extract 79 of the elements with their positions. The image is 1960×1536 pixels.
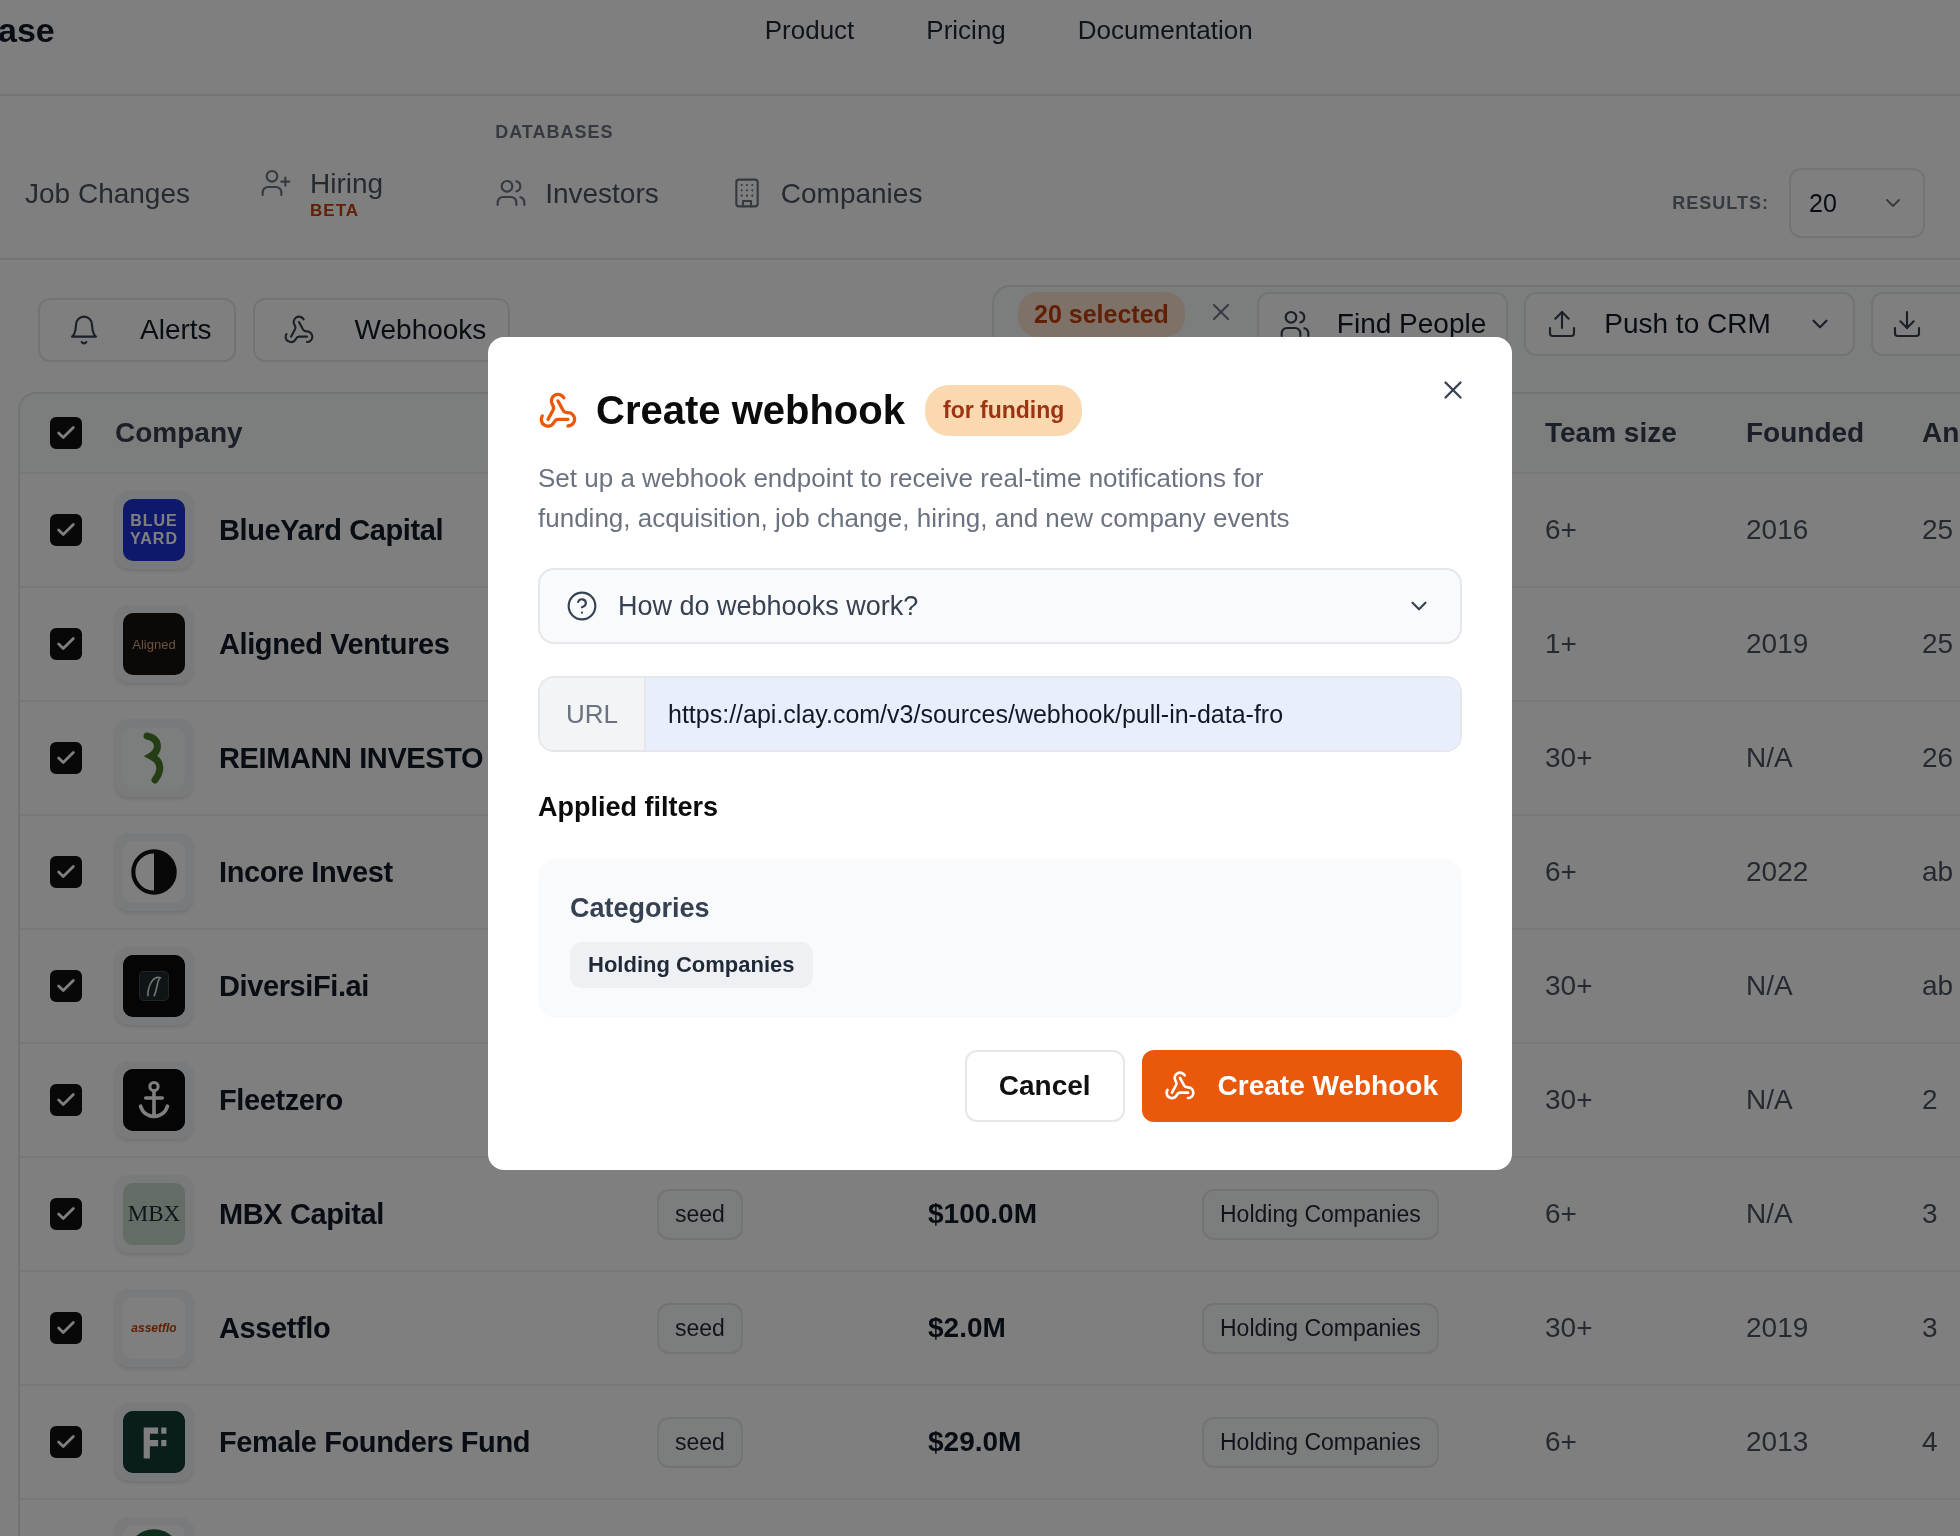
table-cell: 6+ [1545, 1426, 1577, 1458]
table-cell: 30+ [1545, 1084, 1593, 1116]
stage-tag: seed [657, 1188, 743, 1240]
category-tag: Holding Companies [1202, 1416, 1439, 1468]
tab[interactable]: Companies [730, 177, 923, 214]
results-select[interactable]: 20 [1789, 168, 1925, 238]
table-cell: 30+ [1545, 1312, 1593, 1344]
nav-link[interactable]: Product [764, 14, 855, 46]
tab-label: Companies [780, 177, 923, 211]
company-name: BlueYard Capital [219, 513, 444, 547]
table-cell: ab [1922, 856, 1954, 888]
company-name: MBX Capital [219, 1197, 384, 1231]
category-tag: Holding Companies [1202, 1302, 1439, 1354]
company-name: Assetflo [219, 1311, 331, 1345]
table-cell: 6+ [1545, 856, 1577, 888]
results-label: RESULTS: [1672, 192, 1769, 214]
table-cell: 4 [1922, 1426, 1938, 1458]
table-cell: 30+ [1545, 742, 1593, 774]
create-webhook-button[interactable]: Create Webhook [1141, 1050, 1462, 1122]
column-header[interactable]: An [1922, 417, 1960, 449]
table-cell: $100.0M [928, 1198, 1037, 1230]
company-name: DiversiFi.ai [219, 969, 369, 1003]
stage-tag: seed [657, 1416, 743, 1468]
table-cell: N/A [1746, 1084, 1793, 1116]
table-cell: 2 [1922, 1084, 1938, 1116]
company-logo: Aligned [123, 613, 185, 675]
push-button[interactable]: Push to CRM [1524, 292, 1855, 356]
table-cell: 6+ [1545, 1198, 1577, 1230]
table-cell: 2019 [1746, 628, 1809, 660]
dialog-title: Create webhook [596, 388, 905, 433]
table-cell: $29.0M [928, 1426, 1022, 1458]
toolbar-button[interactable]: Webhooks [252, 298, 511, 362]
filter-tag: Holding Companies [570, 942, 813, 988]
company-name: Female Founders Fund [219, 1425, 531, 1459]
section-heading: Applied filters [538, 792, 720, 823]
tab[interactable]: Investors [495, 177, 659, 214]
column-header[interactable]: Company [115, 417, 243, 449]
table-cell: 25 [1922, 628, 1954, 660]
section-heading: DATABASES [495, 122, 615, 143]
filter-label: Categories [570, 893, 711, 924]
table-cell: 26 [1922, 742, 1954, 774]
table-cell: 2019 [1746, 1312, 1809, 1344]
column-header[interactable]: Team size [1545, 417, 1677, 449]
tab-label: Investors [545, 177, 659, 211]
company-name: Fleetzero [219, 1083, 343, 1117]
company-name: Incore Invest [219, 855, 393, 889]
category-tag: Holding Companies [1202, 1188, 1439, 1240]
company-logo: BLUE YARD [123, 499, 185, 561]
accordion[interactable]: How do webhooks work? [538, 568, 1462, 644]
tab-label: Hiring [310, 167, 384, 201]
cancel-button[interactable]: Cancel [964, 1050, 1125, 1122]
table-cell: $2.0M [928, 1312, 1006, 1344]
selection-count: 20 selected [1018, 292, 1185, 337]
stage-tag: seed [657, 1302, 743, 1354]
table-cell: N/A [1746, 970, 1793, 1002]
nav-link[interactable]: Pricing [926, 14, 1006, 46]
table-cell: 30+ [1545, 970, 1593, 1002]
table-cell: ab [1922, 970, 1954, 1002]
table-cell: 6+ [1545, 514, 1577, 546]
toolbar-button[interactable]: Alerts [38, 298, 236, 362]
table-cell: 2013 [1746, 1426, 1809, 1458]
table-cell: 3 [1922, 1312, 1938, 1344]
column-header[interactable]: Founded [1746, 417, 1865, 449]
company-name: Aligned Ventures [219, 627, 450, 661]
tab[interactable]: Hiring BETA [260, 167, 384, 224]
table-cell: 1+ [1545, 628, 1577, 660]
table-cell: 25 [1922, 514, 1954, 546]
company-logo: MBX [123, 1183, 185, 1245]
table-cell: 2022 [1746, 856, 1809, 888]
table-cell: N/A [1746, 1198, 1793, 1230]
company-name: REIMANN INVESTO [219, 741, 484, 775]
nav-link[interactable]: Documentation [1077, 14, 1253, 46]
table-cell: 3 [1922, 1198, 1938, 1230]
table-cell: 2016 [1746, 514, 1809, 546]
table-cell: N/A [1746, 742, 1793, 774]
badge: for funding [924, 385, 1083, 436]
dialog-description: Set up a webhook endpoint to receive real-time notifications for funding, acquisition, job change, hiring, and new company events [538, 462, 1291, 535]
company-logo: assetflo [123, 1297, 185, 1359]
beta-label: BETA [310, 201, 361, 221]
